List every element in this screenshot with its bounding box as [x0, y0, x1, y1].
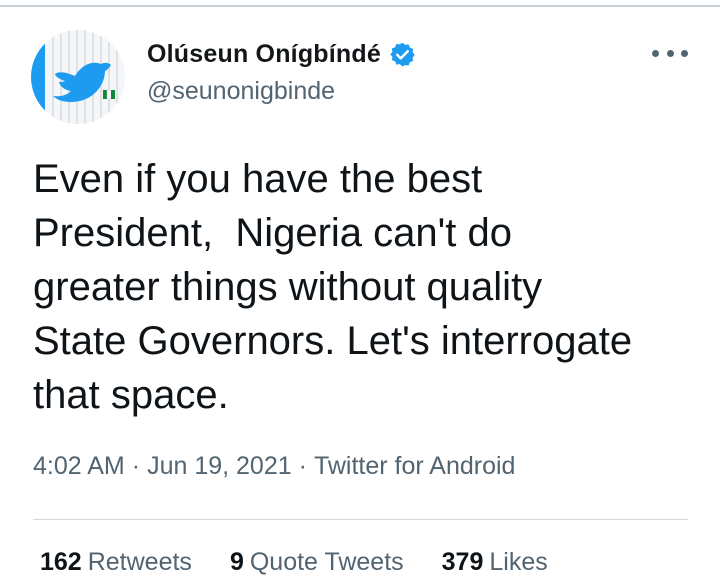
tweet-text: Even if you have the best President, Nig…: [33, 157, 633, 417]
tweet-time[interactable]: 4:02 AM: [33, 452, 125, 480]
retweets-stat[interactable]: 162 Retweets: [40, 548, 192, 577]
stat-label: Retweets: [87, 548, 192, 576]
verified-badge-icon: [390, 42, 415, 66]
tweet-source[interactable]: Twitter for Android: [314, 452, 515, 480]
avatar[interactable]: [31, 30, 125, 124]
engagement-stats: 162 Retweets 9 Quote Tweets 379 Likes: [40, 548, 586, 577]
tweet-meta: 4:02 AM · Jun 19, 2021 · Twitter for Android: [33, 452, 515, 481]
quote-tweets-stat[interactable]: 9 Quote Tweets: [230, 548, 404, 577]
author-name-row: Olúseun Onígbíndé: [147, 37, 416, 71]
meta-separator: ·: [298, 452, 307, 480]
stat-label: Likes: [489, 548, 548, 576]
stat-count: 379: [441, 548, 484, 576]
meta-separator: ·: [131, 452, 141, 480]
author-display-name[interactable]: Olúseun Onígbíndé: [147, 40, 381, 69]
stat-count: 9: [229, 548, 244, 576]
more-options-icon[interactable]: [652, 40, 688, 66]
more-dot-icon: [652, 49, 659, 57]
stat-label: Quote Tweets: [249, 548, 404, 576]
top-divider: [0, 5, 720, 7]
stats-divider: [33, 519, 688, 520]
likes-stat[interactable]: 379 Likes: [442, 548, 548, 577]
tweet-date[interactable]: Jun 19, 2021: [147, 452, 292, 480]
twitter-bird-avatar-icon: [31, 30, 125, 124]
stat-count: 162: [40, 548, 82, 576]
more-dot-icon: [666, 49, 674, 57]
more-dot-icon: [681, 49, 688, 57]
author-handle[interactable]: @seunonigbinde: [147, 77, 335, 106]
